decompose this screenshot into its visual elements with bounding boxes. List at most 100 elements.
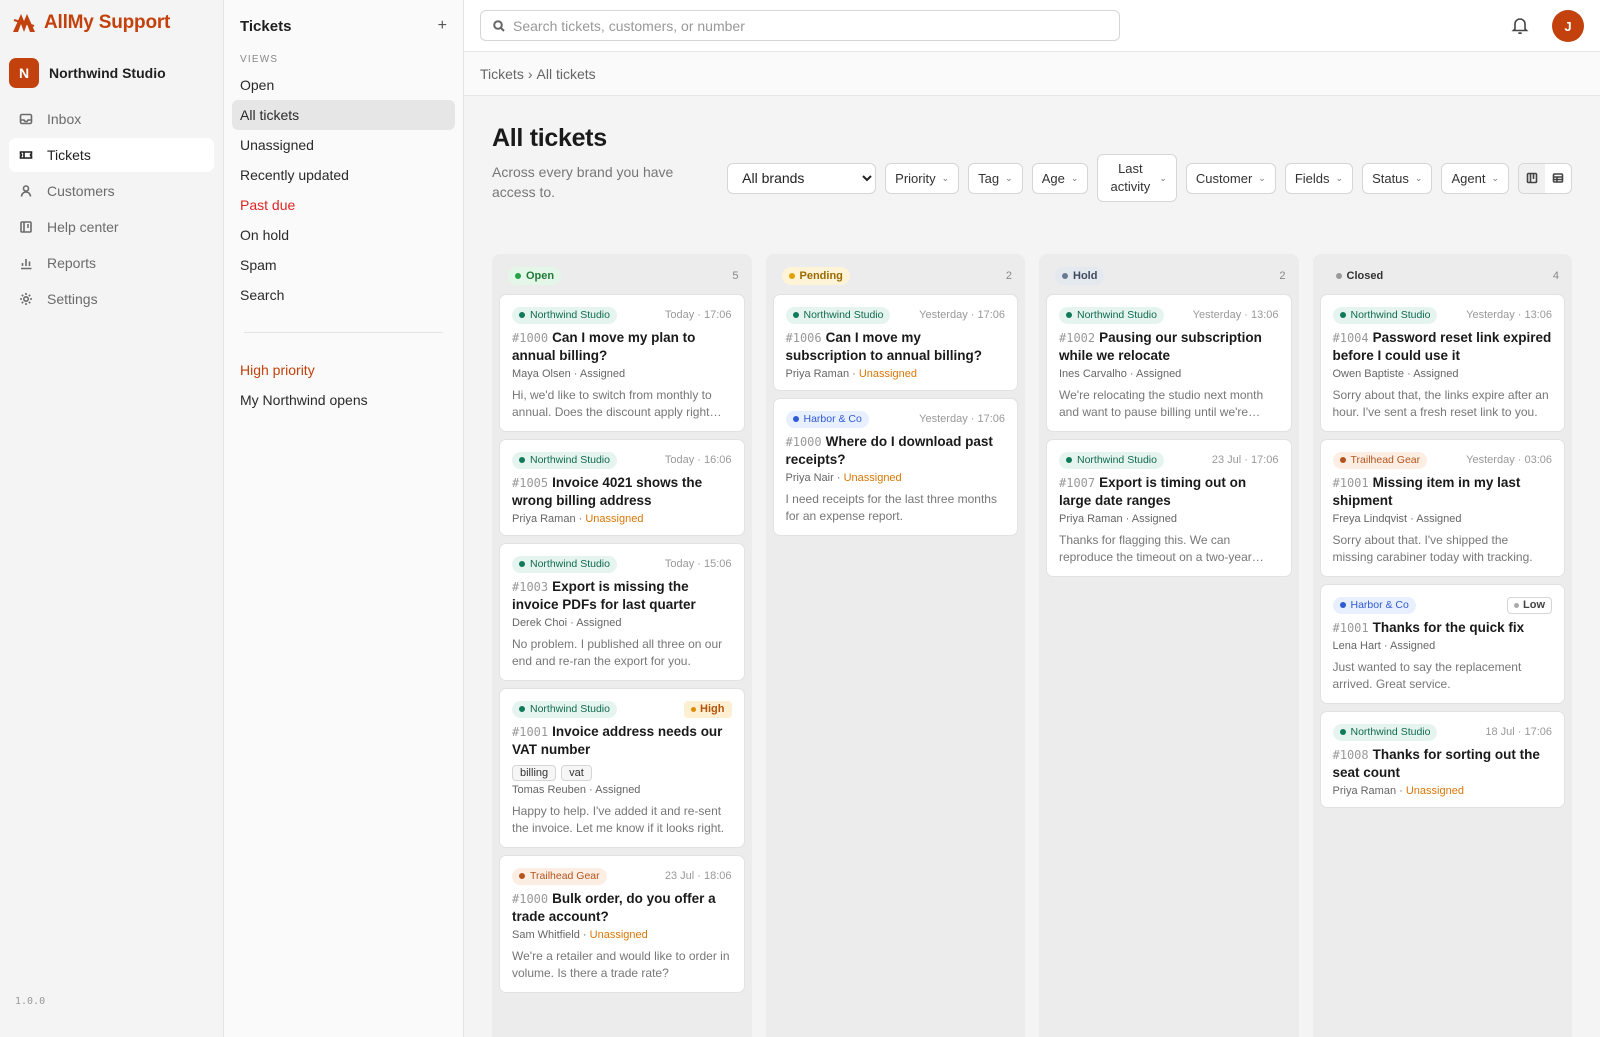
brand-name: Northwind Studio [1350,726,1431,738]
assignment-status: Assigned [1136,368,1182,380]
ticket-card[interactable]: Northwind Studio Yesterday · 13:06 #1004 Pa… [1319,294,1565,432]
brand-name: Trailhead Gear [1350,454,1421,466]
brand-badge: Harbor & Co [1332,596,1416,614]
column-count: 2 [1005,270,1012,282]
ticket-card[interactable]: Northwind Studio Yesterday · 17:06 #1006 Ca… [772,294,1018,391]
priority-dot-icon [1514,602,1519,608]
ticket-card[interactable]: Northwind Studio Today · 16:06 #1005 Invoic… [499,439,745,536]
ticket-number: #1000 [785,435,822,449]
ticket-meta: Priya Raman · Unassigned [512,513,732,525]
status-badge: Closed [1329,267,1391,285]
view-item-spam[interactable]: Spam [232,250,455,280]
add-view-icon[interactable]: + [438,17,447,35]
tag-chip[interactable]: billing [512,765,557,781]
workspace-name: Northwind Studio [49,65,166,81]
view-item-past-due[interactable]: Past due [232,190,455,220]
ticket-card-header: Northwind Studio Yesterday · 13:06 [1332,306,1552,324]
ticket-card[interactable]: Trailhead Gear 23 Jul · 18:06 #1000 Bulk or… [499,855,745,993]
ticket-card[interactable]: Trailhead Gear Yesterday · 03:06 #1001 Miss… [1319,439,1565,577]
filter-age-button[interactable]: Age ⌄ [1031,162,1089,194]
ticket-timestamp: Yesterday · 13:06 [1466,309,1552,321]
filter-tag-button[interactable]: Tag ⌄ [968,162,1023,194]
column-header: Hold 2 [1046,262,1292,290]
meta-separator: · [575,513,586,525]
gear-icon [20,293,32,305]
filter-fields-button[interactable]: Fields ⌄ [1284,162,1354,194]
bar-chart-icon [21,259,32,270]
breadcrumb-tickets-link[interactable]: Tickets [480,66,524,82]
search-input[interactable] [513,17,1107,34]
filter-agent-button[interactable]: Agent ⌄ [1441,162,1509,194]
ticket-meta: Maya Olsen · Assigned [512,368,732,380]
ticket-card[interactable]: Northwind Studio Today · 17:06 #1000 Can I … [499,294,745,432]
ticket-card-header: Trailhead Gear Yesterday · 03:06 [1332,451,1552,469]
brand-dot-icon [1339,729,1346,735]
filter-status-button[interactable]: Status ⌄ [1362,162,1433,194]
filter-bar: All brands Priority ⌄ Tag ⌄ Age ⌄ Last activit… [727,154,1572,202]
ticket-card[interactable]: Northwind Studio 23 Jul · 17:06 #1007 Expor… [1046,439,1292,577]
notifications-bell-icon[interactable] [1510,15,1530,35]
app-brand[interactable]: AllMy Support [0,0,223,46]
workspace-switcher[interactable]: N Northwind Studio [9,58,214,88]
view-item-recently-updated[interactable]: Recently updated [232,160,455,190]
assignment-status: Assigned [1416,513,1462,525]
meta-separator: · [567,617,577,629]
assignment-status: Unassigned [843,472,902,484]
status-badge: Open [508,267,562,285]
nav-item-inbox[interactable]: Inbox [9,102,214,136]
brand-name: Northwind Studio [530,454,610,466]
ticket-meta: Derek Choi · Assigned [512,617,732,629]
nav-item-reports[interactable]: Reports [9,246,214,280]
view-item-on-hold[interactable]: On hold [232,220,455,250]
ticket-meta: Tomas Reuben · Assigned [512,784,732,796]
brand-dot-icon [1066,312,1072,318]
ticket-card[interactable]: Harbor & Co Yesterday · 17:06 #1000 Where d… [772,398,1018,536]
view-item-all-tickets[interactable]: All tickets [232,100,455,130]
saved-view-my-northwind-opens[interactable]: My Northwind opens [232,385,455,415]
ticket-card[interactable]: Northwind Studio 18 Jul · 17:06 #1008 Thank… [1319,711,1565,808]
ticket-card-header: Trailhead Gear 23 Jul · 18:06 [512,867,732,885]
assignment-status: Unassigned [1405,785,1464,797]
customer-name: Priya Raman [1059,513,1123,525]
ticket-card[interactable]: Harbor & Co Low #1001 Thanks for the quick … [1319,584,1565,704]
filter-priority-button[interactable]: Priority ⌄ [885,162,960,194]
brand-dot-icon [1339,457,1346,463]
ticket-card[interactable]: Northwind Studio High #1001 Invoice address… [499,688,745,848]
brand-dot-icon [519,312,525,318]
nav-item-help-center[interactable]: Help center [9,210,214,244]
saved-view-high-priority[interactable]: High priority [232,355,455,385]
view-item-search[interactable]: Search [232,280,455,310]
view-mode-toggle [1518,162,1572,194]
ticket-number: #1002 [1059,331,1096,345]
ticket-title: #1005 Invoice 4021 shows the wrong billin… [512,474,732,510]
status-label: Open [526,270,555,282]
ticket-card-header: Northwind Studio Today · 17:06 [512,306,732,324]
nav-item-settings[interactable]: Settings [9,282,214,316]
ticket-meta: Priya Raman · Unassigned [786,368,1006,380]
tag-chip[interactable]: vat [561,765,592,781]
user-avatar[interactable]: J [1552,10,1584,42]
nav-item-label: Customers [47,183,115,199]
search-box[interactable] [480,10,1120,41]
column-header: Open 5 [499,262,745,290]
brand-name: Harbor & Co [1350,599,1409,611]
view-item-unassigned[interactable]: Unassigned [232,130,455,160]
filter-customer-button[interactable]: Customer ⌄ [1185,162,1276,194]
chevron-down-icon: ⌄ [1414,172,1423,183]
ticket-meta: Lena Hart · Assigned [1333,640,1553,652]
nav-item-tickets[interactable]: Tickets [9,138,214,172]
brand-filter-select[interactable]: All brands [727,162,877,194]
brand-name: Northwind Studio [530,703,610,715]
ticket-timestamp: Today · 15:06 [664,558,732,570]
columns-icon [1526,172,1538,184]
table-view-button[interactable] [1545,164,1571,193]
ticket-timestamp: Today · 17:06 [664,309,732,321]
filter-last-activity-button[interactable]: Last activity ⌄ [1097,154,1177,202]
nav-item-customers[interactable]: Customers [9,174,214,208]
ticket-title: #1002 Pausing our subscription while we r… [1059,329,1279,365]
view-item-open[interactable]: Open [232,70,455,100]
board-view-button[interactable] [1519,163,1545,193]
ticket-card[interactable]: Northwind Studio Today · 15:06 #1003 Export… [499,543,745,681]
ticket-card[interactable]: Northwind Studio Yesterday · 13:06 #1002 Pa… [1046,294,1292,432]
column-header: Pending 2 [773,262,1019,290]
